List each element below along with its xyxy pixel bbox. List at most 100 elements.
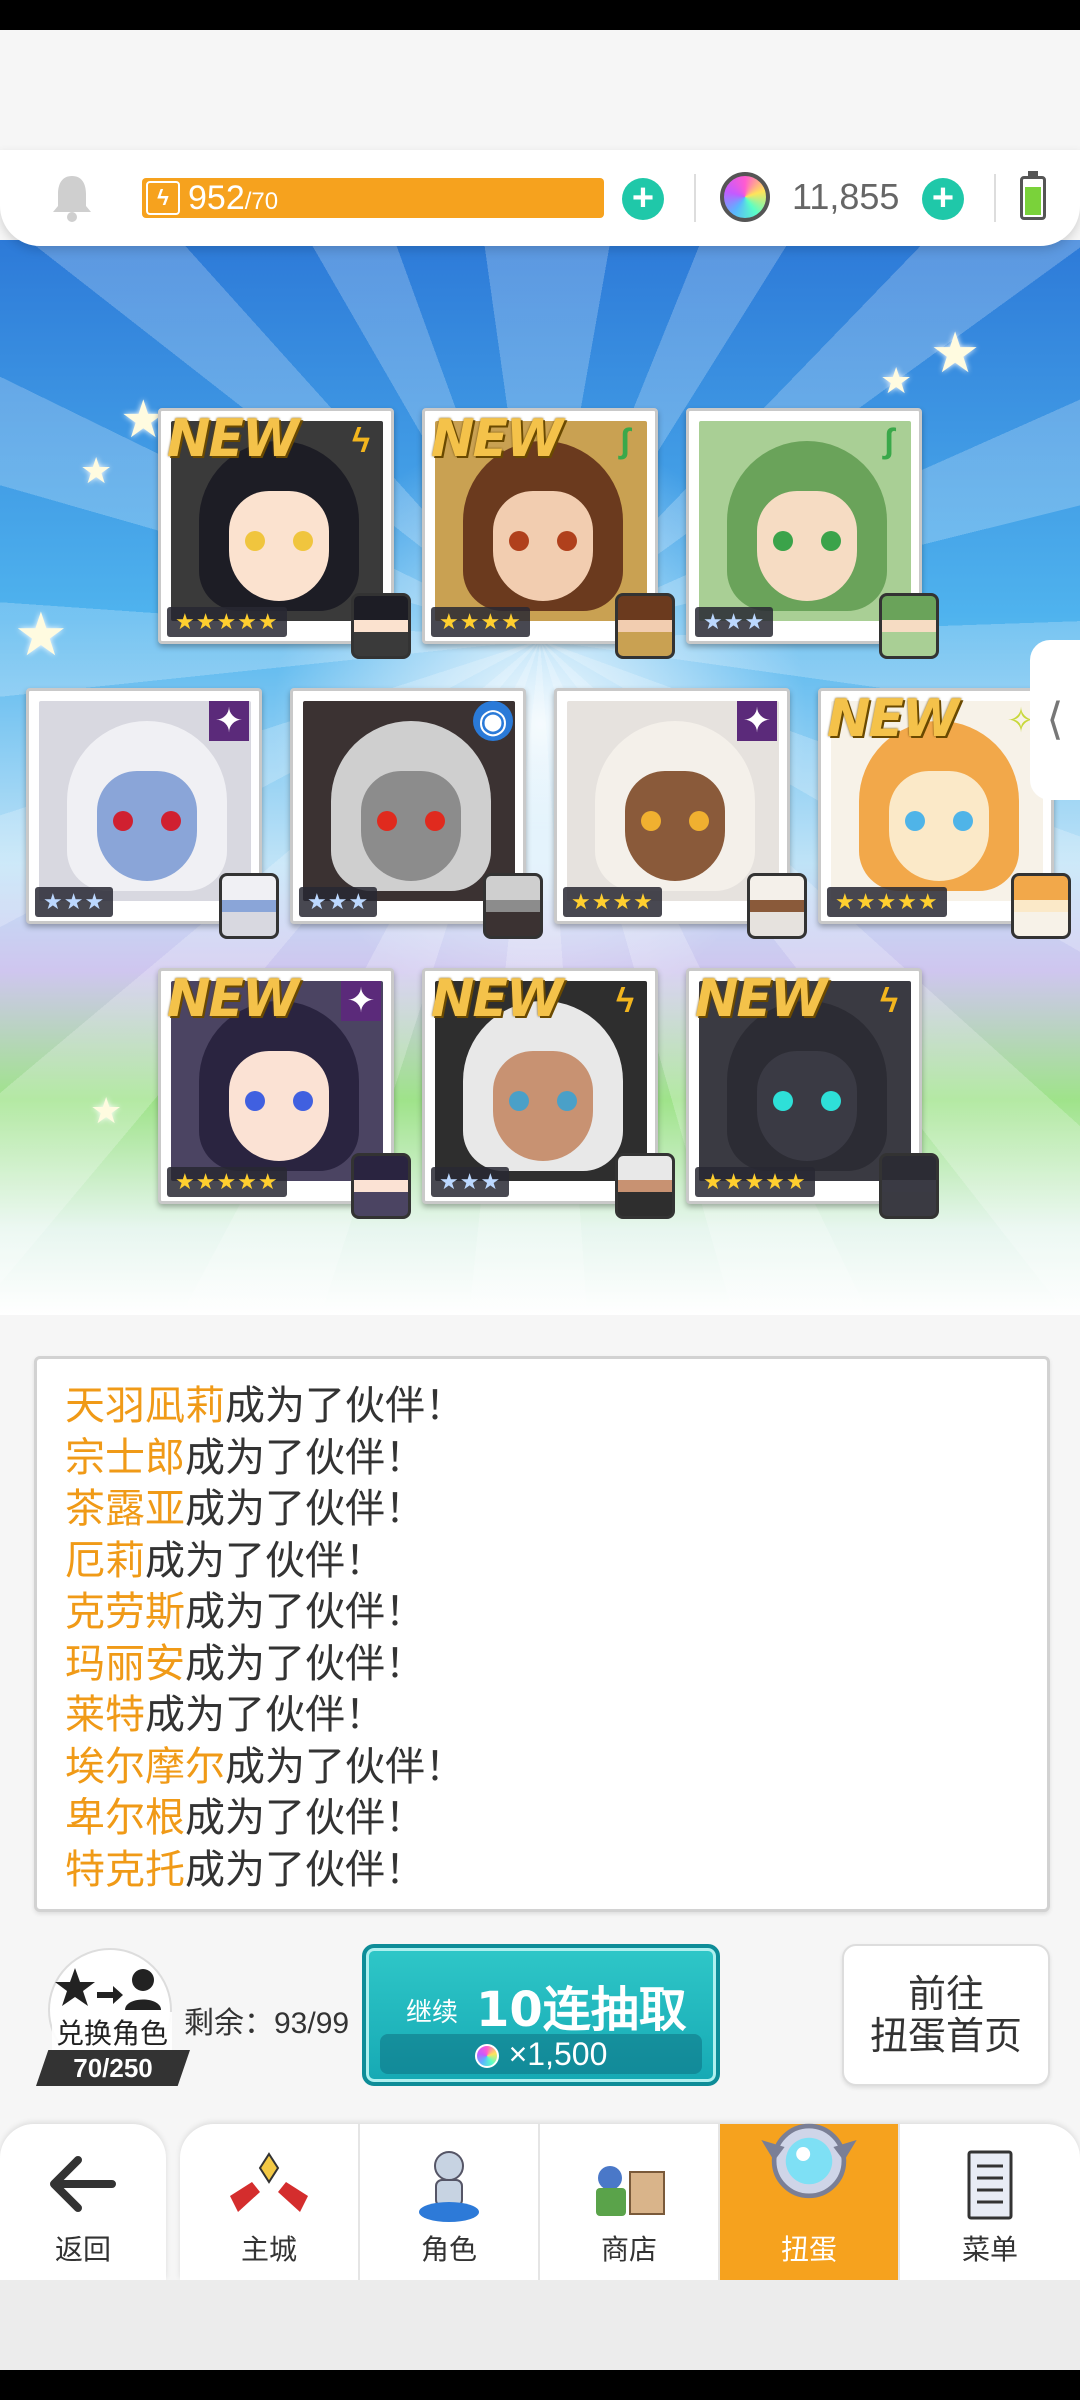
goto-gacha-home-button[interactable]: 前往 扭蛋首页 [842,1944,1050,2086]
back-button[interactable]: 返回 [0,2124,166,2280]
character-name[interactable]: 厄莉 [65,1538,145,1584]
tab-shop[interactable]: 商店 [540,2124,720,2280]
dark-element-icon: ✦ [341,981,381,1021]
dark-element-icon: ✦ [209,701,249,741]
tab-gacha[interactable]: 扭蛋 [720,2123,900,2280]
pixel-sprite [747,873,807,939]
bell-icon[interactable] [50,172,94,222]
bottom-strip [0,2280,1080,2370]
tab-label: 扭蛋 [780,2234,837,2265]
log-text: 成为了伙伴！ [185,1846,425,1893]
new-badge: NEW [431,409,563,469]
tab-label: 主城 [240,2234,297,2265]
new-badge: NEW [695,969,827,1029]
character-name[interactable]: 莱特 [65,1692,145,1738]
energy-max: /70 [244,188,279,215]
castle-icon [230,2152,308,2212]
pixel-sprite [879,593,939,659]
log-entry: 克劳斯成为了伙伴！ [65,1587,1047,1639]
log-entry: 玛丽安成为了伙伴！ [65,1639,1047,1691]
character-card[interactable]: ✦ ★★★ [26,688,279,939]
continue-label: 继续 [406,1997,459,2027]
character-name[interactable]: 茶露亚 [65,1486,185,1532]
new-badge: NEW [431,969,563,1029]
character-card[interactable]: ✦ ★★★★ [554,688,807,939]
rarity-stars: ★★★ [299,887,378,917]
gem-icon [720,172,770,222]
new-badge: NEW [827,689,959,749]
goto-line1: 前往 [907,1974,984,2016]
pixel-sprite [351,1153,411,1219]
character-name[interactable]: 埃尔摩尔 [65,1744,225,1790]
shop-icon [596,2166,665,2216]
rarity-stars: ★★★★★ [167,1167,287,1197]
character-card[interactable]: NEW ∫ ★★★★ [422,408,675,659]
pixel-sprite [615,1153,675,1219]
log-entry: 天羽凪莉成为了伙伴！ [65,1381,1047,1433]
gem-count: 11,855 [792,176,900,217]
rarity-stars: ★★★★★ [827,887,947,917]
log-text: 成为了伙伴！ [185,1795,425,1841]
pixel-sprite [351,593,411,659]
gem-icon [474,2044,499,2068]
energy-bar: ϟ 952 /70 [142,178,604,218]
exchange-label: 兑换角色 [52,2012,172,2052]
recruit-log-list: 天羽凪莉成为了伙伴！ 宗士郎成为了伙伴！ 茶露亚成为了伙伴！ 厄莉成为了伙伴！ 克劳斯成… [37,1359,1047,1896]
character-name[interactable]: 宗士郎 [65,1435,185,1481]
character-card[interactable]: NEW ϟ ★★★★★ [158,408,411,659]
system-status-bar [0,0,1080,30]
log-entry: 厄莉成为了伙伴！ [65,1536,1047,1588]
character-name[interactable]: 特克托 [65,1847,185,1893]
character-name[interactable]: 卑尔根 [65,1795,185,1841]
sparkle-icon: ★ [880,360,913,401]
back-label: 返回 [54,2234,111,2265]
character-card[interactable]: NEW ✧ ★★★★★ [818,688,1071,939]
battery-icon [1020,171,1046,220]
character-card[interactable]: ◉ ★★★ [290,688,543,939]
continue-10-pull-button[interactable]: 继续 10连抽取 ×1,500 [362,1944,720,2086]
rarity-stars: ★★★ [695,607,774,637]
log-entry: 卑尔根成为了伙伴！ [65,1793,1047,1845]
tab-main-city[interactable]: 主城 [180,2124,360,2280]
sparkle-icon: ★ [930,321,981,384]
new-badge: NEW [167,969,299,1029]
character-card[interactable]: NEW ✦ ★★★★★ [158,968,411,1219]
character-name[interactable]: 克劳斯 [65,1589,185,1635]
log-text: 成为了伙伴！ [145,1692,385,1738]
character-card[interactable]: NEW ϟ ★★★★★ [686,968,939,1219]
tab-characters[interactable]: 角色 [360,2124,540,2280]
add-energy-button[interactable]: + [622,178,664,220]
energy-current: 952 [188,178,245,217]
pixel-sprite [615,593,675,659]
divider [694,174,696,222]
side-drawer-handle[interactable]: ⟨ [1030,640,1080,800]
back-arrow-icon [50,2156,116,2212]
water-element-icon: ◉ [473,701,513,741]
character-card[interactable]: ∫ ★★★ [686,408,939,659]
log-entry: 茶露亚成为了伙伴！ [65,1484,1047,1536]
exchange-count: 70/250 [36,2050,190,2086]
recruit-log[interactable]: 天羽凪莉成为了伙伴！ 宗士郎成为了伙伴！ 茶露亚成为了伙伴！ 厄莉成为了伙伴！ 克劳斯成… [34,1356,1050,1912]
tab-menu[interactable]: 菜单 [900,2124,1080,2280]
menu-icon [967,2150,1013,2220]
nav-tabs: 主城 角色 商店 扭蛋 菜单 [180,2123,1080,2280]
character-name[interactable]: 天羽凪莉 [65,1383,225,1429]
pull-cost: ×1,500 [380,2034,702,2074]
pixel-sprite [483,873,543,939]
rarity-stars: ★★★ [431,1167,510,1197]
dark-element-icon: ✦ [737,701,777,741]
log-entry: 宗士郎成为了伙伴！ [65,1433,1047,1485]
gacha-icon [761,2123,857,2199]
log-text: 成为了伙伴！ [185,1486,425,1532]
tab-label: 菜单 [961,2234,1018,2265]
pixel-sprite [879,1153,939,1219]
log-text: 成为了伙伴！ [185,1640,425,1687]
add-gems-button[interactable]: + [922,178,964,220]
character-card[interactable]: NEW ϟ ★★★ [422,968,675,1219]
rarity-stars: ★★★ [35,887,114,917]
tab-label: 商店 [600,2234,657,2265]
rarity-stars: ★★★★ [431,607,530,637]
sparkle-icon: ★ [14,601,68,668]
new-badge: NEW [167,409,299,469]
character-name[interactable]: 玛丽安 [65,1641,185,1687]
